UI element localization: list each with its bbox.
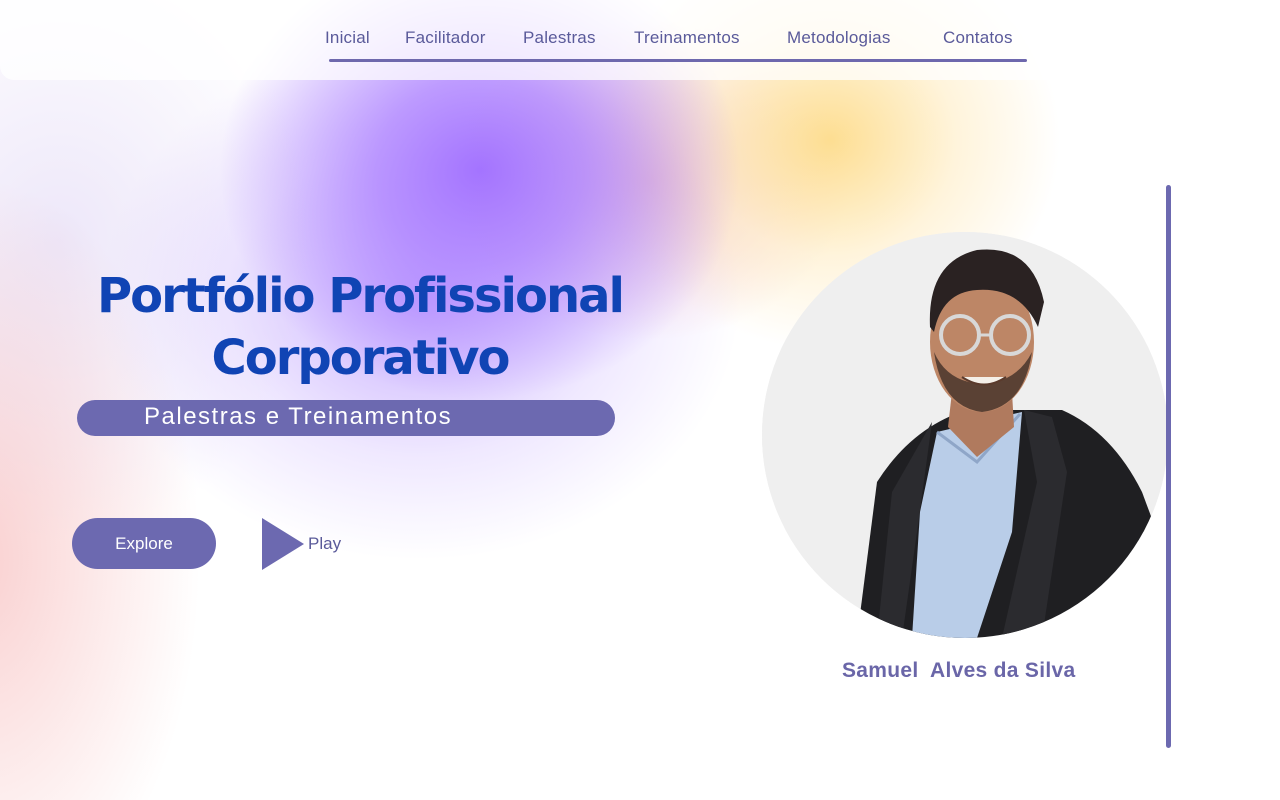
nav-item-facilitador[interactable]: Facilitador [405, 28, 486, 48]
hero-title-line1: Portfólio Profissional [97, 268, 625, 324]
nav-item-metodologias[interactable]: Metodologias [787, 28, 891, 48]
hero-title: Portfólio Profissional Corporativo [60, 265, 660, 389]
vertical-accent-line [1166, 185, 1171, 748]
person-name: Samuel Alves da Silva [842, 659, 1076, 682]
play-triangle-icon[interactable] [262, 518, 304, 570]
nav-item-contatos[interactable]: Contatos [943, 28, 1013, 48]
explore-button[interactable]: Explore [72, 518, 216, 569]
play-label[interactable]: Play [308, 534, 341, 554]
nav-item-palestras[interactable]: Palestras [523, 28, 596, 48]
hero-title-line2: Corporativo [211, 330, 511, 386]
top-navigation-bar: Inicial Facilitador Palestras Treinament… [0, 0, 1150, 80]
play-button[interactable]: Play [262, 518, 362, 570]
person-portrait-icon [762, 232, 1168, 638]
nav-item-inicial[interactable]: Inicial [325, 28, 370, 48]
nav-underline-divider [329, 59, 1027, 62]
subtitle-pill: Palestras e Treinamentos [77, 400, 615, 436]
nav-item-treinamentos[interactable]: Treinamentos [634, 28, 740, 48]
profile-photo [762, 232, 1168, 638]
subtitle-text: Palestras e Treinamentos [144, 403, 453, 430]
